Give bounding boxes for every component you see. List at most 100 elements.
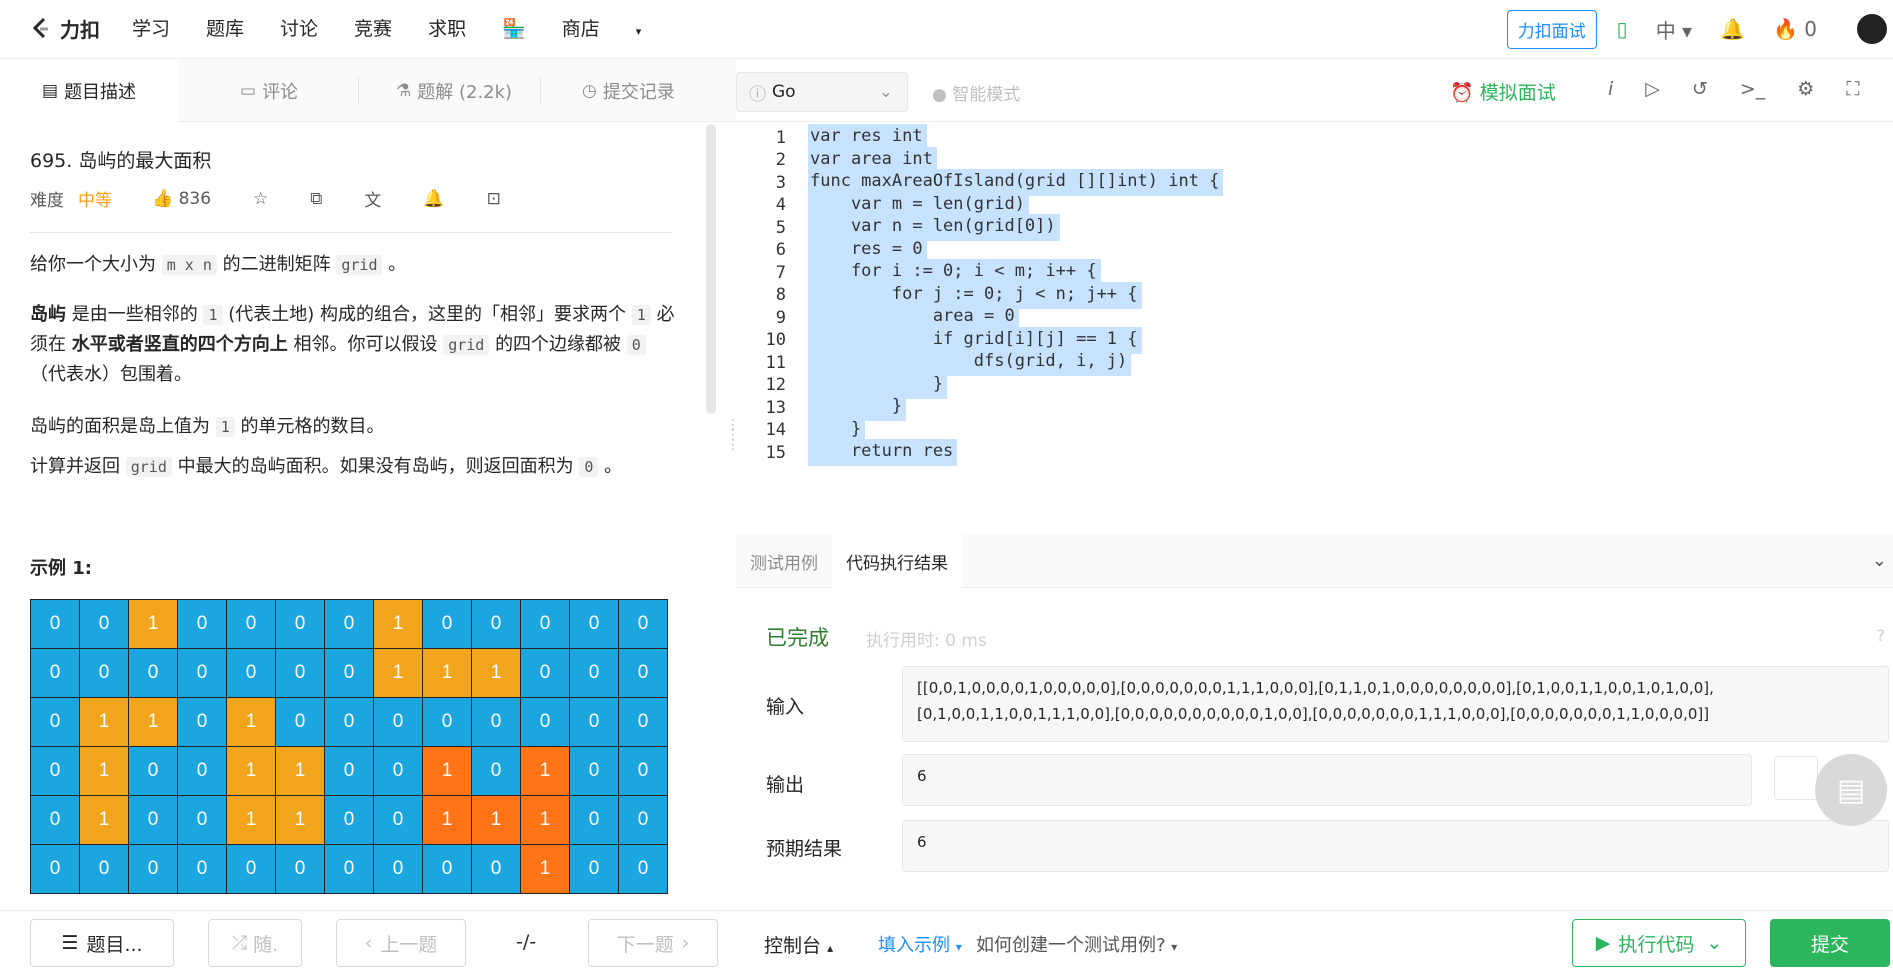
- grid-cell: 1: [275, 746, 325, 796]
- translate-icon[interactable]: 文: [364, 186, 381, 211]
- fullscreen-icon[interactable]: ⛶: [1846, 78, 1859, 100]
- settings-icon[interactable]: ⚙: [1797, 78, 1814, 100]
- status-text: 已完成: [766, 626, 829, 650]
- fill-example-button[interactable]: 填入示例 ▾: [878, 931, 962, 957]
- feedback-icon[interactable]: ⊡: [487, 189, 501, 209]
- shop-icon: 🏪: [502, 18, 526, 40]
- grid-cell: 0: [177, 844, 227, 894]
- line-number: 2: [775, 150, 786, 170]
- console-toggle[interactable]: 控制台 ▴: [764, 931, 833, 958]
- tab-submissions[interactable]: ◷ 提交记录: [582, 60, 675, 122]
- nav-shop[interactable]: 🏪 商店 ▾: [502, 14, 677, 41]
- text: 计算并返回: [30, 456, 120, 477]
- line-number: 3: [775, 172, 786, 193]
- howto-link[interactable]: 如何创建一个测试用例? ▾: [976, 931, 1177, 957]
- code-editor[interactable]: 1 var res int 2 var area int 3 func maxAreaOf…: [736, 122, 1893, 530]
- terminal-icon[interactable]: >_: [1740, 78, 1765, 100]
- nav-learn[interactable]: 学习: [132, 14, 170, 41]
- smart-mode-label: 智能模式: [952, 85, 1021, 105]
- grid-cell: 0: [569, 648, 619, 698]
- info-icon[interactable]: i: [1608, 78, 1613, 100]
- nav-contest[interactable]: 竞赛: [354, 14, 392, 41]
- tab-comments[interactable]: ▭ 评论: [240, 60, 298, 122]
- alarm-icon: ⏰: [1450, 82, 1474, 104]
- chevron-down-icon[interactable]: ⌄: [1872, 550, 1887, 571]
- random-button[interactable]: ⤮ 随.: [208, 919, 302, 967]
- top-nav-bar: 力扣 学习 题库 讨论 竞赛 求职 🏪 商店 ▾ 力扣面试 ▯ 中 ▾ 🔔 🔥 0: [0, 0, 1893, 59]
- grid-cell: 0: [373, 795, 423, 845]
- scrollbar[interactable]: [706, 124, 716, 414]
- description-paragraph-1: 给你一个大小为 m x n 的二进制矩阵 grid 。: [30, 250, 680, 280]
- shop-label: 商店: [561, 18, 600, 40]
- grid-cell: 0: [226, 844, 276, 894]
- mock-interview-button[interactable]: ⏰ 模拟面试: [1450, 78, 1556, 105]
- grid-cell: 1: [471, 648, 521, 698]
- line-number: 13: [765, 397, 786, 418]
- mobile-icon[interactable]: ▯: [1617, 17, 1628, 41]
- star-icon[interactable]: ☆: [253, 189, 268, 209]
- tab-result[interactable]: 代码执行结果: [832, 534, 962, 588]
- nav-discuss[interactable]: 讨论: [280, 14, 318, 41]
- submit-button[interactable]: 提交: [1770, 919, 1890, 967]
- grid-cell: 0: [324, 746, 374, 796]
- console-label: 控制台: [764, 935, 822, 957]
- problem-list-button[interactable]: ☰ 题目...: [30, 919, 174, 967]
- comment-icon: ▭: [240, 81, 257, 101]
- divider: [540, 78, 541, 104]
- main-nav: 学习 题库 讨论 竞赛 求职 🏪 商店 ▾: [132, 14, 713, 41]
- tab-testcase[interactable]: 测试用例: [736, 534, 832, 588]
- prev-button[interactable]: ‹ 上一题: [336, 919, 466, 967]
- like-button[interactable]: 👍 836: [152, 189, 211, 209]
- grid-cell: 0: [471, 746, 521, 796]
- interview-button[interactable]: 力扣面试: [1506, 9, 1597, 49]
- language-select[interactable]: ⓘ Go ⌄: [736, 72, 908, 112]
- difficulty-label: 难度: [30, 191, 64, 211]
- chevron-down-icon: ▾: [955, 940, 962, 954]
- grid-cell: 0: [324, 795, 374, 845]
- grid-cell: 0: [177, 795, 227, 845]
- grid-cell: 0: [128, 795, 178, 845]
- list-icon: ☰: [61, 932, 79, 954]
- tab-description[interactable]: ▤ 题目描述: [0, 60, 178, 122]
- result-tabs: 测试用例 代码执行结果 ⌄: [736, 534, 1893, 588]
- smart-mode-toggle[interactable]: ● 智能模式: [932, 80, 1020, 105]
- example-title: 示例 1:: [30, 558, 92, 579]
- grid-cell: 1: [128, 599, 178, 649]
- resize-handle[interactable]: ⋮ ⋮ ⋮: [726, 418, 740, 490]
- help-icon[interactable]: ?: [1877, 626, 1886, 645]
- line-number: 9: [775, 307, 786, 328]
- reset-icon[interactable]: ↺: [1692, 78, 1708, 100]
- bell-icon[interactable]: 🔔: [1720, 17, 1745, 41]
- diff-checkbox[interactable]: [1774, 756, 1818, 800]
- grid-cell: 0: [373, 697, 423, 747]
- bell-icon[interactable]: 🔔: [423, 189, 444, 209]
- points-badge[interactable]: 🔥 0: [1773, 17, 1817, 41]
- play-icon[interactable]: ▷: [1645, 78, 1660, 100]
- leetcode-logo[interactable]: 力扣: [28, 14, 100, 43]
- grid-row: 0100110011100: [30, 795, 668, 845]
- grid-cell: 1: [79, 746, 129, 796]
- grid-cell: 0: [520, 599, 570, 649]
- run-code-button[interactable]: ▶ 执行代码 ⌄: [1572, 919, 1746, 967]
- grid-cell: 1: [471, 795, 521, 845]
- divider: [358, 78, 359, 104]
- text: 。: [604, 456, 623, 477]
- avatar[interactable]: [1857, 14, 1887, 44]
- tab-solutions[interactable]: ⚗ 题解 (2.2k): [396, 60, 512, 122]
- grid-cell: 0: [275, 697, 325, 747]
- notes-float-button[interactable]: ▤: [1815, 754, 1887, 826]
- line-number: 1: [775, 127, 786, 148]
- grid-cell: 0: [324, 599, 374, 649]
- language-toggle[interactable]: 中 ▾: [1656, 15, 1692, 44]
- nav-jobs[interactable]: 求职: [428, 14, 466, 41]
- nav-problems[interactable]: 题库: [206, 14, 244, 41]
- code-line: 15 return res: [736, 439, 1893, 466]
- next-button[interactable]: 下一题 ›: [588, 919, 718, 967]
- grid-cell: 0: [618, 648, 668, 698]
- play-icon: ▶: [1595, 932, 1611, 954]
- chevron-right-icon: ›: [681, 932, 690, 954]
- thumbs-up-icon: 👍: [152, 188, 174, 209]
- grid-cell: 0: [569, 599, 619, 649]
- share-icon[interactable]: ⧉: [310, 189, 322, 209]
- chevron-down-icon: ▾: [1171, 940, 1178, 954]
